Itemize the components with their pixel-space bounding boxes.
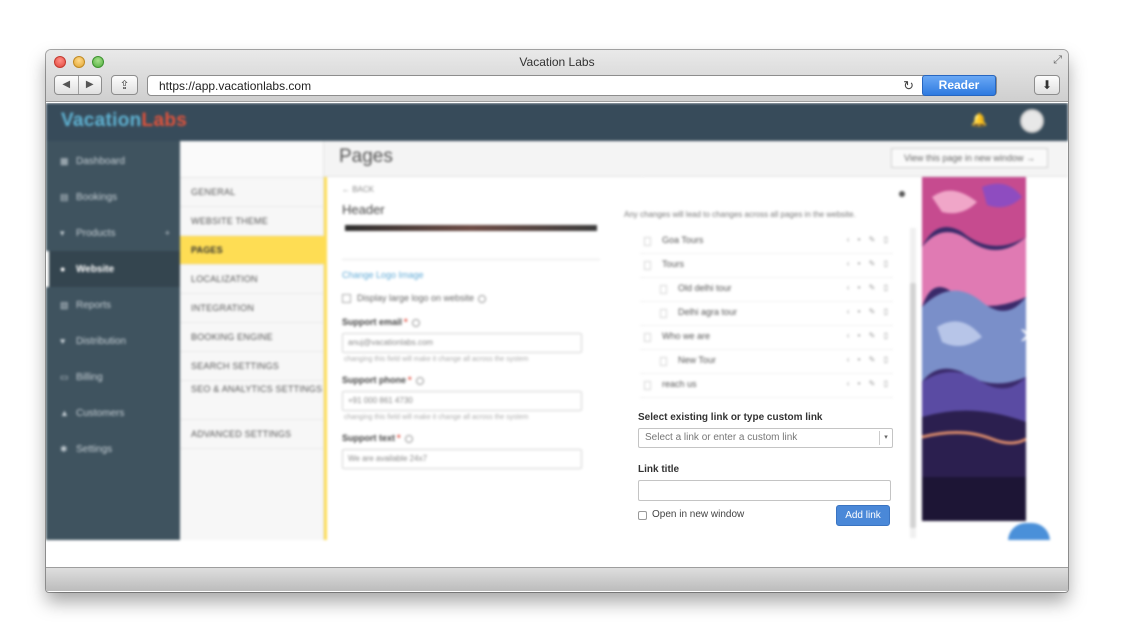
address-bar[interactable]: https://app.vacationlabs.com ↻ Reader	[147, 75, 997, 96]
browser-bottom-bar	[46, 567, 1068, 591]
browser-titlebar: Vacation Labs ⤢ ◀ ▶ ⇪ https://app.vacati…	[46, 50, 1068, 102]
reader-button[interactable]: Reader	[922, 75, 996, 96]
history-nav: ◀ ▶	[54, 75, 102, 95]
link-form: Select existing link or type custom link…	[46, 103, 1068, 591]
open-new-window-checkbox[interactable]	[638, 511, 647, 520]
link-title-input[interactable]	[638, 480, 891, 501]
link-select[interactable]: Select a link or enter a custom link ▾	[638, 428, 893, 448]
back-icon[interactable]: ◀	[55, 76, 79, 94]
reload-icon[interactable]: ↻	[903, 78, 914, 94]
link-select-placeholder: Select a link or enter a custom link	[645, 432, 798, 443]
fullscreen-icon[interactable]: ⤢	[1053, 54, 1062, 67]
share-icon[interactable]: ⇪	[111, 75, 138, 95]
open-new-window-label: Open in new window	[652, 509, 745, 520]
window-title: Vacation Labs	[519, 55, 595, 69]
url-text[interactable]: https://app.vacationlabs.com	[159, 79, 311, 93]
link-title-label: Link title	[638, 464, 680, 475]
forward-icon[interactable]: ▶	[79, 76, 102, 94]
download-icon[interactable]: ⬇	[1034, 75, 1060, 95]
select-link-label: Select existing link or type custom link	[638, 412, 823, 423]
web-viewport: VacationLabs 🔔 ▦ Dashboard ▤ Bookings ▾ Pro…	[46, 103, 1068, 591]
browser-window: Vacation Labs ⤢ ◀ ▶ ⇪ https://app.vacati…	[46, 50, 1068, 592]
add-link-button[interactable]: Add link	[836, 505, 890, 526]
chevron-down-icon[interactable]: ▾	[879, 431, 892, 445]
